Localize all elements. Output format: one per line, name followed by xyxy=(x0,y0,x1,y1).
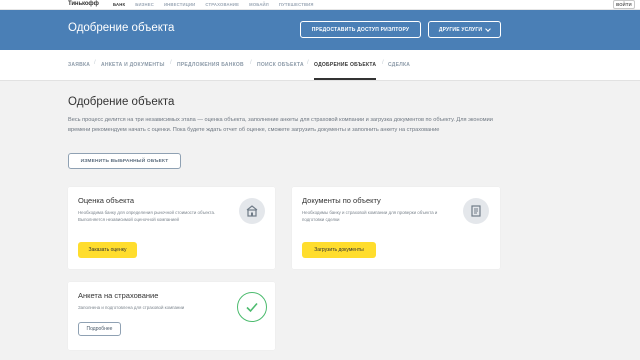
tab-separator: / xyxy=(170,60,172,66)
tab-separator: / xyxy=(382,60,384,66)
tab-application[interactable]: ЗАЯВКА xyxy=(68,62,90,68)
topnav-travel[interactable]: ПУТЕШЕСТВИЯ xyxy=(279,2,314,7)
login-button[interactable]: ВОЙТИ xyxy=(613,0,635,9)
tab-questionnaire-documents[interactable]: АНКЕТА И ДОКУМЕНТЫ xyxy=(101,62,165,68)
change-object-button[interactable]: ИЗМЕНИТЬ ВЫБРАННЫЙ ОБЪЕКТ xyxy=(68,153,181,169)
tab-separator: / xyxy=(94,60,96,66)
order-valuation-button[interactable]: Заказать оценку xyxy=(78,242,137,258)
page-title: Одобрение объекта xyxy=(68,96,175,108)
documents-card: Документы по объекту Необходимы банку и … xyxy=(292,187,500,269)
house-icon xyxy=(239,198,265,224)
other-services-button[interactable]: ДРУГИЕ УСЛУГИ xyxy=(428,21,501,38)
tab-separator: / xyxy=(250,60,252,66)
tab-bank-offers[interactable]: ПРЕДЛОЖЕНИЯ БАНКОВ xyxy=(177,62,244,68)
topnav-business[interactable]: БИЗНЕС xyxy=(135,2,154,7)
tab-deal[interactable]: СДЕЛКА xyxy=(388,62,410,68)
chevron-down-icon xyxy=(485,25,492,32)
other-services-label: ДРУГИЕ УСЛУГИ xyxy=(438,26,483,33)
upload-documents-button[interactable]: Загрузить документы xyxy=(302,242,376,258)
top-nav: БАНК БИЗНЕС ИНВЕСТИЦИИ СТРАХОВАНИЕ МОБАЙ… xyxy=(113,2,314,7)
documents-card-text: Необходимы банку и страховой компании дл… xyxy=(302,210,438,222)
tab-object-approval[interactable]: ОДОБРЕНИЕ ОБЪЕКТА xyxy=(314,62,377,80)
page-header: Одобрение объекта ПРЕДОСТАВИТЬ ДОСТУП РИ… xyxy=(0,10,640,50)
realtor-access-button[interactable]: ПРЕДОСТАВИТЬ ДОСТУП РИЭЛТОРУ xyxy=(300,21,421,38)
brand-logo[interactable]: Тинькофф xyxy=(68,1,99,7)
tab-separator: / xyxy=(307,60,309,66)
topnav-investments[interactable]: ИНВЕСТИЦИИ xyxy=(164,2,195,7)
insurance-card-text: Заполнена и подготовлена для страховой к… xyxy=(78,305,185,310)
insurance-card-title: Анкета на страхование xyxy=(78,291,159,300)
documents-card-title: Документы по объекту xyxy=(302,196,381,205)
topnav-bank[interactable]: БАНК xyxy=(113,2,125,7)
header-title: Одобрение объекта xyxy=(68,22,175,34)
checkmark-icon xyxy=(237,292,267,322)
document-icon xyxy=(463,198,489,224)
topnav-mobile[interactable]: МОБАЙЛ xyxy=(249,2,269,7)
valuation-card-text: Необходима банку для определения рыночно… xyxy=(78,210,216,222)
insurance-card: Анкета на страхование Заполнена и подгот… xyxy=(68,282,275,350)
tab-object-search[interactable]: ПОИСК ОБЪЕКТА xyxy=(257,62,304,68)
insurance-details-button[interactable]: Подробнее xyxy=(78,322,121,336)
valuation-card-title: Оценка объекта xyxy=(78,196,135,205)
step-tabs: ЗАЯВКА / АНКЕТА И ДОКУМЕНТЫ / ПРЕДЛОЖЕНИ… xyxy=(0,50,640,81)
topnav-insurance[interactable]: СТРАХОВАНИЕ xyxy=(205,2,239,7)
top-bar: Тинькофф БАНК БИЗНЕС ИНВЕСТИЦИИ СТРАХОВА… xyxy=(0,0,640,10)
page-description: Весь процесс делится на три независимых … xyxy=(68,117,493,133)
valuation-card: Оценка объекта Необходима банку для опре… xyxy=(68,187,275,269)
